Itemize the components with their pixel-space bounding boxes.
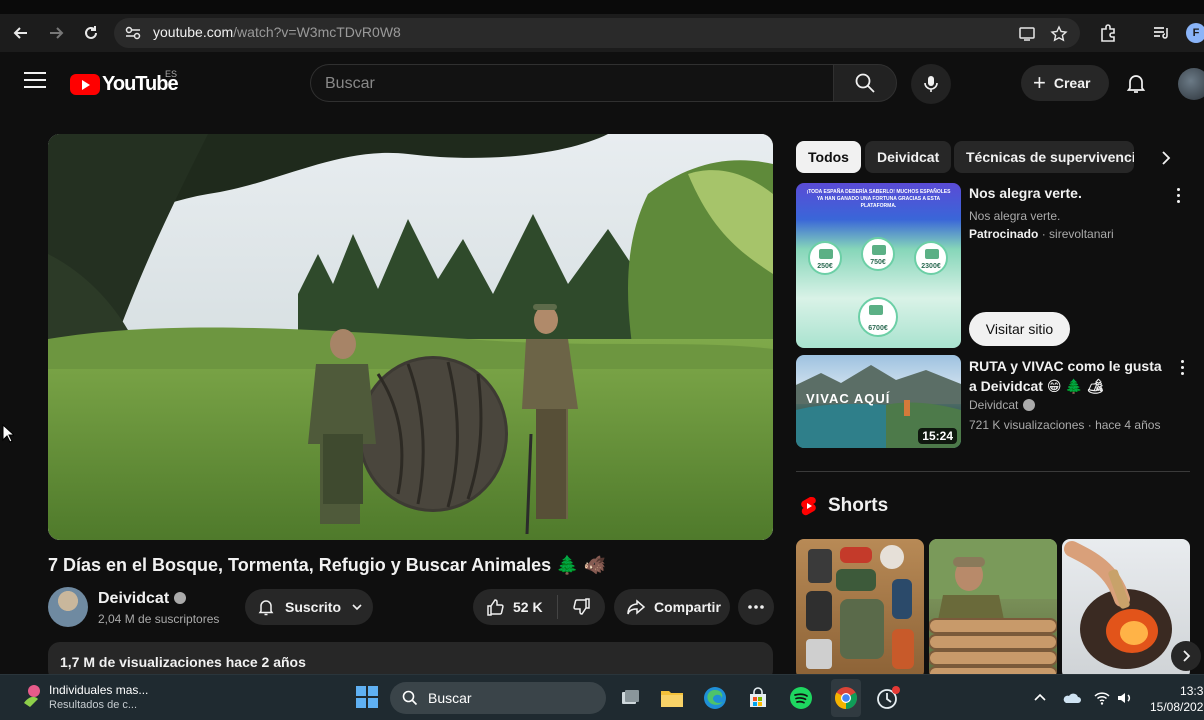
ad-amount: 2300€ [914,241,948,275]
short-thumbnail[interactable] [796,539,924,679]
recording-app-icon[interactable] [874,684,902,712]
verified-badge-icon [1023,398,1036,411]
file-explorer-icon[interactable] [658,684,686,712]
voice-search-button[interactable] [911,64,951,104]
chip-tecnicas-supervivencia[interactable]: Técnicas de supervivencia [954,141,1134,173]
channel-avatar[interactable] [48,587,88,627]
section-divider [796,471,1190,472]
video-player[interactable] [48,134,773,540]
subscribed-button[interactable]: Suscrito [245,589,373,625]
chrome-icon[interactable] [832,684,860,712]
chip-todos[interactable]: Todos [796,141,861,173]
reload-icon[interactable] [80,22,102,44]
news-widget-subtitle[interactable]: Resultados de c... [49,699,137,711]
menu-icon[interactable] [24,72,46,90]
more-horizontal-icon [748,605,764,609]
like-dislike-group: 52 K [473,589,605,625]
cast-icon[interactable] [1018,25,1036,43]
short-thumbnail-image [806,545,914,669]
shorts-next-button[interactable] [1171,641,1201,671]
visit-site-button[interactable]: Visitar sitio [969,312,1070,346]
notifications-bell-icon[interactable] [1124,71,1148,95]
verified-badge-icon [174,591,187,604]
ad-amount: 250€ [808,241,842,275]
url-text: youtube.com/watch?v=W3mcTDvR0W8 [153,24,401,40]
taskbar-search[interactable]: Buscar [390,682,606,714]
news-widget-icon[interactable] [20,683,46,709]
search-icon [855,73,875,93]
chevron-down-icon [352,604,362,611]
ad-amount: 750€ [861,237,895,271]
youtube-masthead: YouTube ES Buscar + Crear [0,52,1204,114]
views-and-date: 1,7 M de visualizaciones hace 2 años [60,654,306,670]
channel-name-row[interactable]: Deividcat [98,590,187,608]
ad-thumbnail[interactable]: ¡TODA ESPAÑA DEBERÍA SABERLO! MUCHOS ESP… [796,183,961,348]
thumbs-down-icon [572,598,590,615]
windows-taskbar: Individuales mas... Resultados de c... B… [0,674,1204,720]
region-code: ES [165,69,178,79]
recommended-menu-icon[interactable] [1174,357,1190,377]
profile-avatar[interactable]: F [1186,23,1204,43]
chevron-right-icon [1183,650,1191,662]
system-clock[interactable]: 13:3 15/08/202 [1150,683,1203,715]
like-button[interactable]: 52 K [473,595,558,619]
short-thumbnail[interactable] [929,539,1057,679]
bookmark-star-icon[interactable] [1050,25,1068,43]
wifi-icon[interactable] [1093,689,1111,707]
back-icon[interactable] [10,22,32,44]
dislike-button[interactable] [558,597,605,617]
search-icon [402,690,418,706]
plus-icon: + [1033,70,1046,95]
recommended-channel[interactable]: Deividcat [969,398,1036,412]
shorts-heading: Shorts [828,495,889,516]
spotify-icon[interactable] [787,684,815,712]
share-button[interactable]: Compartir [614,589,730,625]
short-thumbnail-image [929,539,1057,679]
edge-browser-icon[interactable] [701,684,729,712]
browser-toolbar: youtube.com/watch?v=W3mcTDvR0W8 F [0,14,1204,52]
ad-amount: 6700€ [858,297,898,337]
youtube-logo[interactable]: YouTube [70,73,179,96]
onedrive-icon[interactable] [1062,689,1081,707]
more-actions-button[interactable] [738,589,774,625]
task-view-icon[interactable] [616,684,644,712]
share-icon [627,599,646,615]
recommended-meta: 721 K visualizaciones · hace 4 años [969,418,1161,432]
windows-start-icon[interactable] [356,686,378,708]
chip-deividcat[interactable]: Deividcat [865,141,952,173]
chevron-right-icon[interactable] [1156,148,1176,168]
ad-sponsored-line: Patrocinado · sirevoltanari [969,227,1114,241]
search-input[interactable]: Buscar [310,64,834,102]
subscriber-count: 2,04 M de suscriptores [98,612,220,626]
extensions-icon[interactable] [1097,22,1119,44]
volume-icon[interactable] [1116,689,1134,707]
thumbs-up-icon [487,599,504,616]
chevron-up-icon[interactable] [1031,689,1049,707]
news-widget-title[interactable]: Individuales mas... [49,683,148,697]
site-info-icon[interactable] [124,24,142,42]
recommended-title[interactable]: RUTA y VIVAC como le gusta a Deividcat 😁… [969,356,1169,396]
forward-icon[interactable] [45,22,67,44]
ad-menu-icon[interactable] [1170,185,1186,205]
ad-description: Nos alegra verte. [969,209,1061,223]
youtube-play-icon [70,74,100,95]
create-button[interactable]: + Crear [1021,65,1109,101]
media-controls-icon[interactable] [1150,22,1172,44]
recommended-thumbnail[interactable]: VIVAC AQUÍ 15:24 [796,355,961,448]
address-bar[interactable]: youtube.com/watch?v=W3mcTDvR0W8 [114,18,1080,48]
microphone-icon [924,76,938,92]
search-button[interactable] [833,64,897,102]
account-avatar[interactable] [1178,68,1204,100]
mouse-cursor-icon [2,423,16,444]
video-frame [48,134,773,540]
shorts-logo-icon [800,496,818,516]
video-duration: 15:24 [918,428,957,444]
ad-title[interactable]: Nos alegra verte. [969,185,1082,201]
browser-tab-strip [0,0,1204,14]
microsoft-store-icon[interactable] [744,684,772,712]
bell-icon [258,600,274,616]
video-title: 7 Días en el Bosque, Tormenta, Refugio y… [48,555,606,575]
